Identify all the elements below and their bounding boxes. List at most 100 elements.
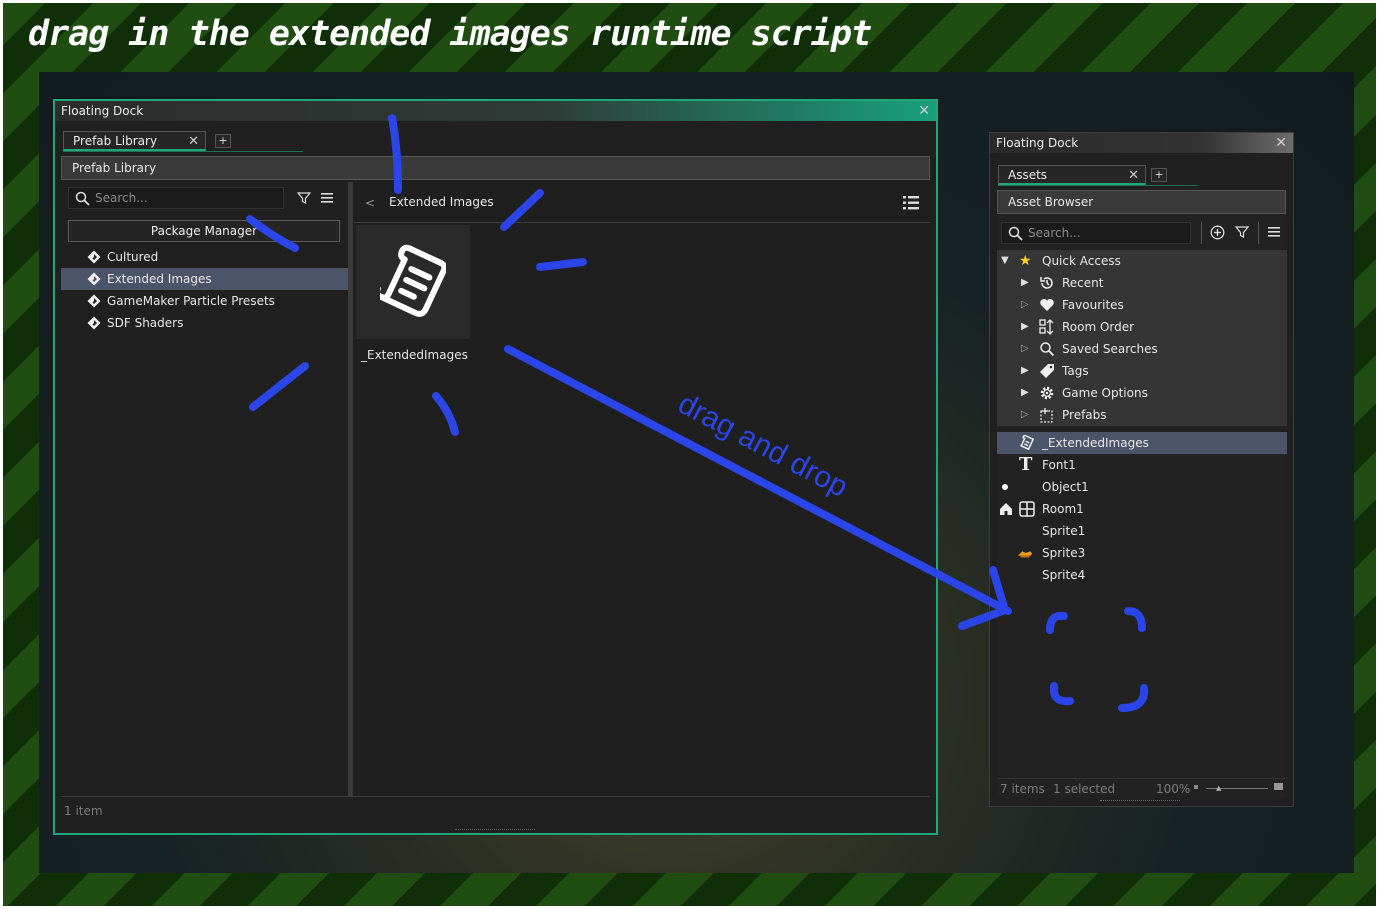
add-tab-button[interactable]: +: [1151, 168, 1167, 182]
asset-item-extended-images[interactable]: _ExtendedImages: [997, 432, 1287, 454]
search-input[interactable]: Search...: [1001, 222, 1191, 244]
tree-label: Game Options: [1062, 386, 1148, 400]
asset-label: Sprite3: [1042, 546, 1086, 560]
script-icon: [1020, 435, 1035, 451]
expand-arrow-icon[interactable]: ▷: [1021, 338, 1029, 360]
expand-arrow-icon[interactable]: ▶: [1021, 272, 1029, 294]
room-icon: [1019, 501, 1035, 517]
status-divider: [61, 796, 930, 797]
asset-tile-label: _ExtendedImages: [361, 348, 468, 362]
close-icon[interactable]: ✕: [1128, 166, 1139, 185]
tree-item-quick-access[interactable]: ▼ ★ Quick Access: [997, 250, 1287, 272]
package-item-particle-presets[interactable]: GameMaker Particle Presets: [61, 290, 348, 312]
active-dot-icon: [1002, 484, 1008, 490]
tab-underline: [63, 151, 303, 152]
tree-item-tags[interactable]: ▶ Tags: [997, 360, 1287, 382]
search-input[interactable]: Search...: [68, 187, 284, 209]
resize-grip[interactable]: [1100, 800, 1180, 804]
resize-grip[interactable]: [455, 829, 535, 833]
search-icon: [75, 191, 90, 206]
list-view-icon[interactable]: [903, 195, 919, 211]
headline-caption: drag in the extended images runtime scri…: [28, 14, 872, 54]
status-item-count: 1 item: [64, 804, 103, 818]
home-icon: [1000, 503, 1012, 515]
dock-titlebar[interactable]: Floating Dock ✕: [55, 101, 936, 121]
star-icon: ★: [1019, 253, 1032, 269]
asset-label: Font1: [1042, 458, 1076, 472]
asset-item-font1[interactable]: T Font1: [997, 454, 1287, 476]
zoom-slider-thumb[interactable]: ▲: [1216, 785, 1221, 792]
tree-label: Saved Searches: [1062, 342, 1158, 356]
search-placeholder: Search...: [95, 191, 148, 205]
zoom-out-icon[interactable]: [1194, 785, 1198, 789]
tree-label: Favourites: [1062, 298, 1124, 312]
filter-icon[interactable]: [1235, 225, 1249, 239]
tree-item-recent[interactable]: ▶ Recent: [997, 272, 1287, 294]
tree-item-game-options[interactable]: ▶ Game Options: [997, 382, 1287, 404]
gamemaker-package-icon: [87, 272, 101, 286]
package-label: GameMaker Particle Presets: [107, 294, 275, 308]
expand-arrow-icon[interactable]: ▷: [1021, 294, 1029, 316]
package-item-cultured[interactable]: Cultured: [61, 246, 348, 268]
asset-item-sprite4[interactable]: Sprite4: [997, 564, 1287, 586]
asset-label: Sprite4: [1042, 568, 1086, 582]
package-item-sdf-shaders[interactable]: SDF Shaders: [61, 312, 348, 334]
toolbar-separator: [1201, 222, 1202, 244]
tree-label: Room Order: [1062, 320, 1135, 334]
tree-item-saved-searches[interactable]: ▷ Saved Searches: [997, 338, 1287, 360]
expand-arrow-icon[interactable]: ▶: [1021, 382, 1029, 404]
package-item-extended-images[interactable]: Extended Images: [61, 268, 348, 290]
asset-item-sprite1[interactable]: Sprite1: [997, 520, 1287, 542]
search-icon: [1040, 342, 1055, 357]
gamemaker-package-icon: [87, 316, 101, 330]
tree-item-room-order[interactable]: ▶ Room Order: [997, 316, 1287, 338]
filter-icon[interactable]: [297, 191, 311, 205]
panel-header: Asset Browser: [997, 190, 1286, 214]
font-icon: T: [1019, 454, 1033, 475]
search-icon: [1008, 226, 1023, 241]
breadcrumb-divider: [354, 222, 930, 223]
package-label: Cultured: [107, 250, 159, 264]
asset-label: Object1: [1042, 480, 1089, 494]
asset-item-room1[interactable]: Room1: [997, 498, 1287, 520]
close-icon[interactable]: ✕: [188, 132, 199, 151]
pane-splitter[interactable]: [348, 182, 353, 796]
zoom-in-icon[interactable]: [1274, 783, 1283, 790]
asset-item-sprite3[interactable]: Sprite3: [997, 542, 1287, 564]
tree-item-prefabs[interactable]: ▷ Prefabs: [997, 404, 1287, 426]
package-manager-button[interactable]: Package Manager: [68, 220, 340, 242]
close-icon[interactable]: ✕: [1275, 133, 1287, 153]
expand-arrow-icon[interactable]: ▼: [1001, 250, 1009, 272]
menu-icon[interactable]: [1267, 226, 1281, 238]
history-icon: [1040, 277, 1053, 289]
tab-prefab-library[interactable]: Prefab Library ✕: [63, 131, 206, 151]
zoom-level: 100%: [1156, 782, 1191, 796]
tab-assets[interactable]: Assets ✕: [998, 165, 1146, 185]
tree-item-favourites[interactable]: ▷ Favourites: [997, 294, 1287, 316]
asset-item-object1[interactable]: Object1: [997, 476, 1287, 498]
add-asset-icon[interactable]: [1210, 225, 1225, 240]
breadcrumb-back-button[interactable]: <: [365, 196, 375, 210]
status-item-count: 7 items: [1000, 782, 1045, 796]
gamemaker-package-icon: [87, 294, 101, 308]
package-label: SDF Shaders: [107, 316, 184, 330]
search-placeholder: Search...: [1028, 226, 1081, 240]
script-icon: [380, 244, 446, 317]
tree-label: Quick Access: [1042, 254, 1121, 268]
asset-tile-extended-images[interactable]: [356, 225, 470, 339]
expand-arrow-icon[interactable]: ▷: [1021, 404, 1029, 426]
room-order-icon: [1039, 319, 1054, 335]
expand-arrow-icon[interactable]: ▶: [1021, 316, 1029, 338]
asset-label: Room1: [1042, 502, 1084, 516]
dock-titlebar[interactable]: Floating Dock ✕: [990, 133, 1293, 153]
dock-title: Floating Dock: [61, 104, 144, 118]
add-tab-button[interactable]: +: [215, 134, 231, 148]
asset-label: _ExtendedImages: [1042, 436, 1149, 450]
gear-icon: [1040, 386, 1054, 400]
expand-arrow-icon[interactable]: ▶: [1021, 360, 1029, 382]
status-divider: [997, 778, 1287, 779]
close-icon[interactable]: ✕: [918, 101, 930, 121]
package-label: Extended Images: [107, 272, 212, 286]
breadcrumb: Extended Images: [389, 195, 494, 209]
menu-icon[interactable]: [320, 192, 334, 204]
